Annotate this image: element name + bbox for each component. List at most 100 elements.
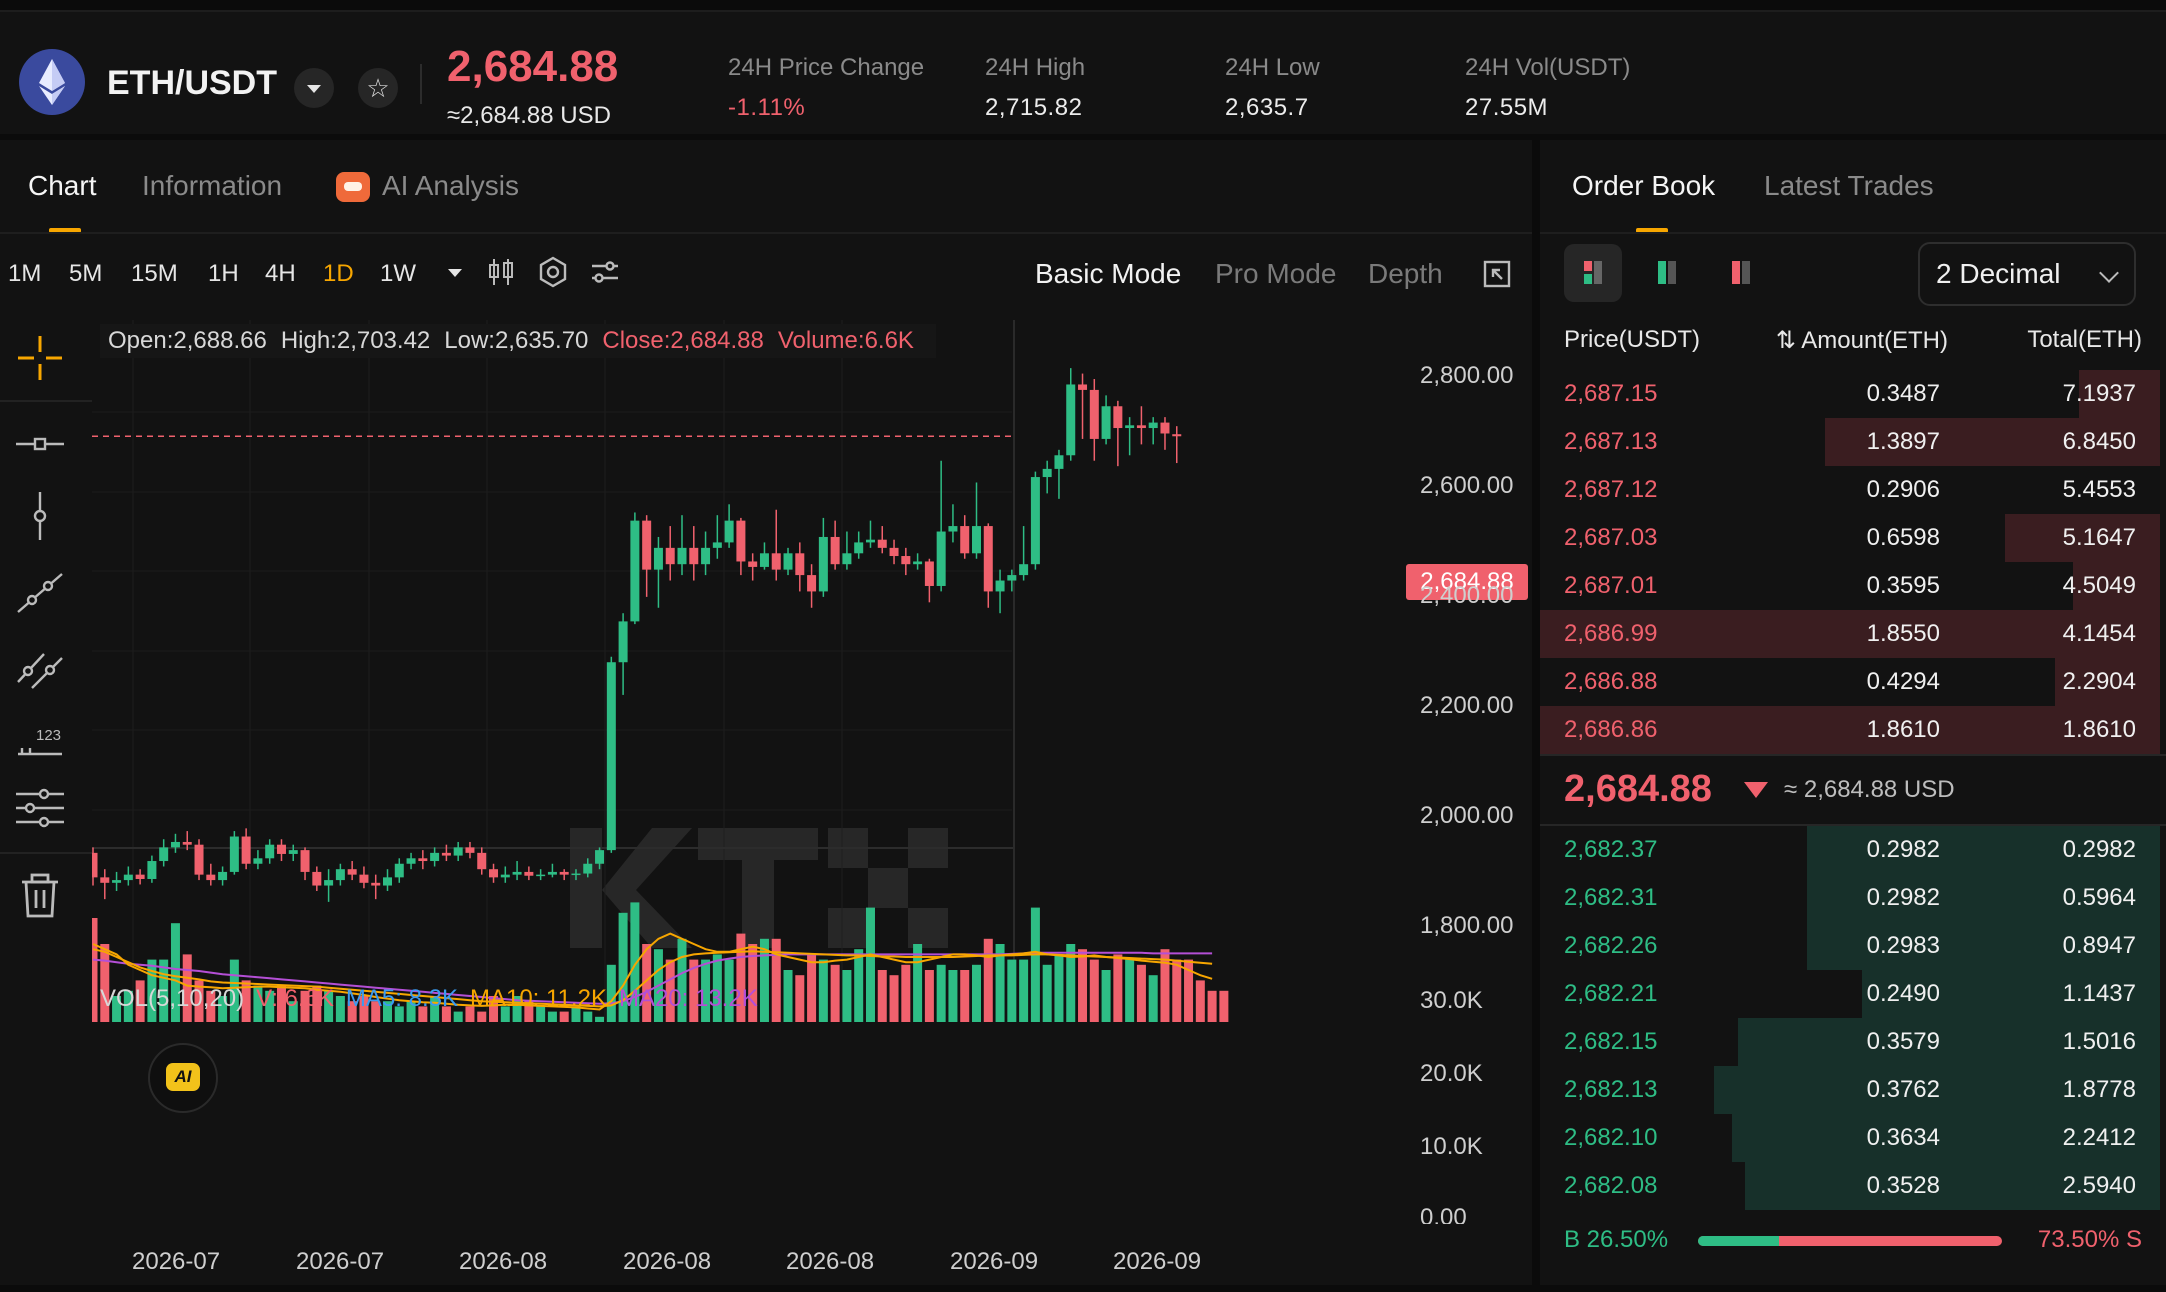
pro-mode-button[interactable]: Pro Mode [1215,258,1336,290]
candle-body [536,874,546,877]
price-chart[interactable] [92,320,1532,1220]
candle-body [571,873,581,876]
candle-body [371,882,381,886]
drawing-toolbar: 123 [0,320,92,940]
depth-button[interactable]: Depth [1368,258,1443,290]
ask-total: 6.8450 [2062,428,2136,455]
candle-body [253,858,263,864]
interval-4h[interactable]: 4H [265,260,296,288]
bid-price: 2,682.10 [1564,1124,1658,1151]
column-header-amount[interactable]: ⇅ Amount(ETH) [1776,326,1948,355]
bid-row[interactable]: 2,682.08 0.3528 2.5940 [1540,1162,2160,1210]
ask-row[interactable]: 2,686.99 1.8550 4.1454 [1540,610,2160,658]
bid-row[interactable]: 2,682.10 0.3634 2.2412 [1540,1114,2160,1162]
bid-row[interactable]: 2,682.21 0.2490 1.1437 [1540,970,2160,1018]
trend-line-icon[interactable] [14,566,66,618]
interval-1w[interactable]: 1W [380,260,416,288]
bid-row[interactable]: 2,682.15 0.3579 1.5016 [1540,1018,2160,1066]
tab-ai-analysis[interactable]: AI Analysis [382,170,519,202]
tab-latest-trades[interactable]: Latest Trades [1764,170,1934,202]
ai-assistant-button[interactable]: AI [148,1043,218,1113]
ask-price: 2,686.86 [1564,716,1658,743]
interval-15m[interactable]: 15M [131,260,178,288]
ai-bot-icon [336,172,370,202]
candle-body [430,852,440,862]
candle-body [406,858,416,864]
interval-1h[interactable]: 1H [208,260,239,288]
parallel-channel-icon[interactable] [14,640,66,692]
volume-bar [1172,959,1182,1022]
header-divider [420,64,422,104]
candle-body [748,561,758,567]
bid-row[interactable]: 2,682.37 0.2982 0.2982 [1540,826,2160,874]
ohlc-high: High:2,703.42 [280,327,431,354]
candle-body [830,536,840,565]
candle-body [1148,422,1158,429]
interval-1d[interactable]: 1D [323,260,354,288]
volume-legend: VOL(5,10,20) V: 6.6K MA5: 8.3K MA10: 11.2K M… [100,985,770,1013]
view-both-button[interactable] [1564,244,1622,302]
candle-body [701,547,711,565]
vertical-line-icon[interactable] [14,490,66,542]
bid-price: 2,682.15 [1564,1028,1658,1055]
indicators-icon[interactable] [588,255,622,289]
ask-row[interactable]: 2,686.86 1.8610 1.8610 [1540,706,2160,754]
ask-row[interactable]: 2,687.15 0.3487 7.1937 [1540,370,2160,418]
price-down-arrow-icon [1744,782,1768,798]
candle-body [394,863,404,878]
crosshair-icon[interactable] [14,332,66,384]
interval-5m[interactable]: 5M [69,260,102,288]
ask-row[interactable]: 2,687.12 0.2906 5.4553 [1540,466,2160,514]
ask-row[interactable]: 2,687.01 0.3595 4.5049 [1540,562,2160,610]
view-bids-button[interactable] [1638,244,1696,302]
ask-total: 4.5049 [2062,572,2136,599]
measure-tool-icon[interactable]: 123 [14,714,66,766]
ask-row[interactable]: 2,687.03 0.6598 5.1647 [1540,514,2160,562]
volume-bar [1207,990,1217,1022]
volume-bar [595,1016,605,1022]
candle-body [383,877,392,886]
candle-body [995,580,1005,592]
interval-more-icon[interactable] [438,255,472,289]
horizontal-line-icon[interactable] [14,418,66,470]
bid-price: 2,682.08 [1564,1172,1658,1199]
fullscreen-icon[interactable] [1480,257,1514,291]
candle-body [783,553,793,570]
divider [0,400,92,402]
tab-order-book[interactable]: Order Book [1572,170,1715,202]
interval-1m[interactable]: 1M [8,260,41,288]
volume-bar [1113,954,1123,1022]
candle-body [92,852,98,878]
view-asks-button[interactable] [1712,244,1770,302]
pair-dropdown-button[interactable] [294,68,334,108]
bid-row[interactable]: 2,682.26 0.2983 0.8947 [1540,922,2160,970]
y-tick-label: 2,000.00 [1420,802,1514,829]
trash-icon[interactable] [14,870,66,922]
basic-mode-button[interactable]: Basic Mode [1035,258,1181,290]
ask-row[interactable]: 2,686.88 0.4294 2.2904 [1540,658,2160,706]
volume-bar [983,938,993,1022]
candle-body [771,553,781,570]
ask-amount: 1.8610 [1866,716,1940,743]
candle-body [665,547,675,565]
vol-ma20: MA20: 13.2K [618,985,758,1012]
settings-icon[interactable] [536,255,570,289]
decimal-select[interactable]: 2 Decimal [1918,242,2136,306]
x-tick-label: 2026-09 [1113,1248,1202,1275]
candle-type-icon[interactable] [484,255,518,289]
bid-row[interactable]: 2,682.31 0.2982 0.5964 [1540,874,2160,922]
indicator-settings-icon[interactable] [14,782,66,834]
ask-row[interactable]: 2,687.13 1.3897 6.8450 [1540,418,2160,466]
volume-bar [1195,980,1205,1022]
favorite-star-icon[interactable]: ☆ [358,68,398,108]
tab-information[interactable]: Information [142,170,282,202]
ohlc-low: Low:2,635.70 [444,327,589,354]
tab-chart[interactable]: Chart [28,170,96,202]
bid-row[interactable]: 2,682.13 0.3762 1.8778 [1540,1066,2160,1114]
bid-amount: 0.3762 [1866,1076,1940,1103]
candle-body [630,520,640,622]
volume-bar [901,964,911,1022]
pair-name[interactable]: ETH/USDT [107,64,277,103]
ask-price: 2,686.99 [1564,620,1658,647]
ask-amount: 0.3595 [1866,572,1940,599]
